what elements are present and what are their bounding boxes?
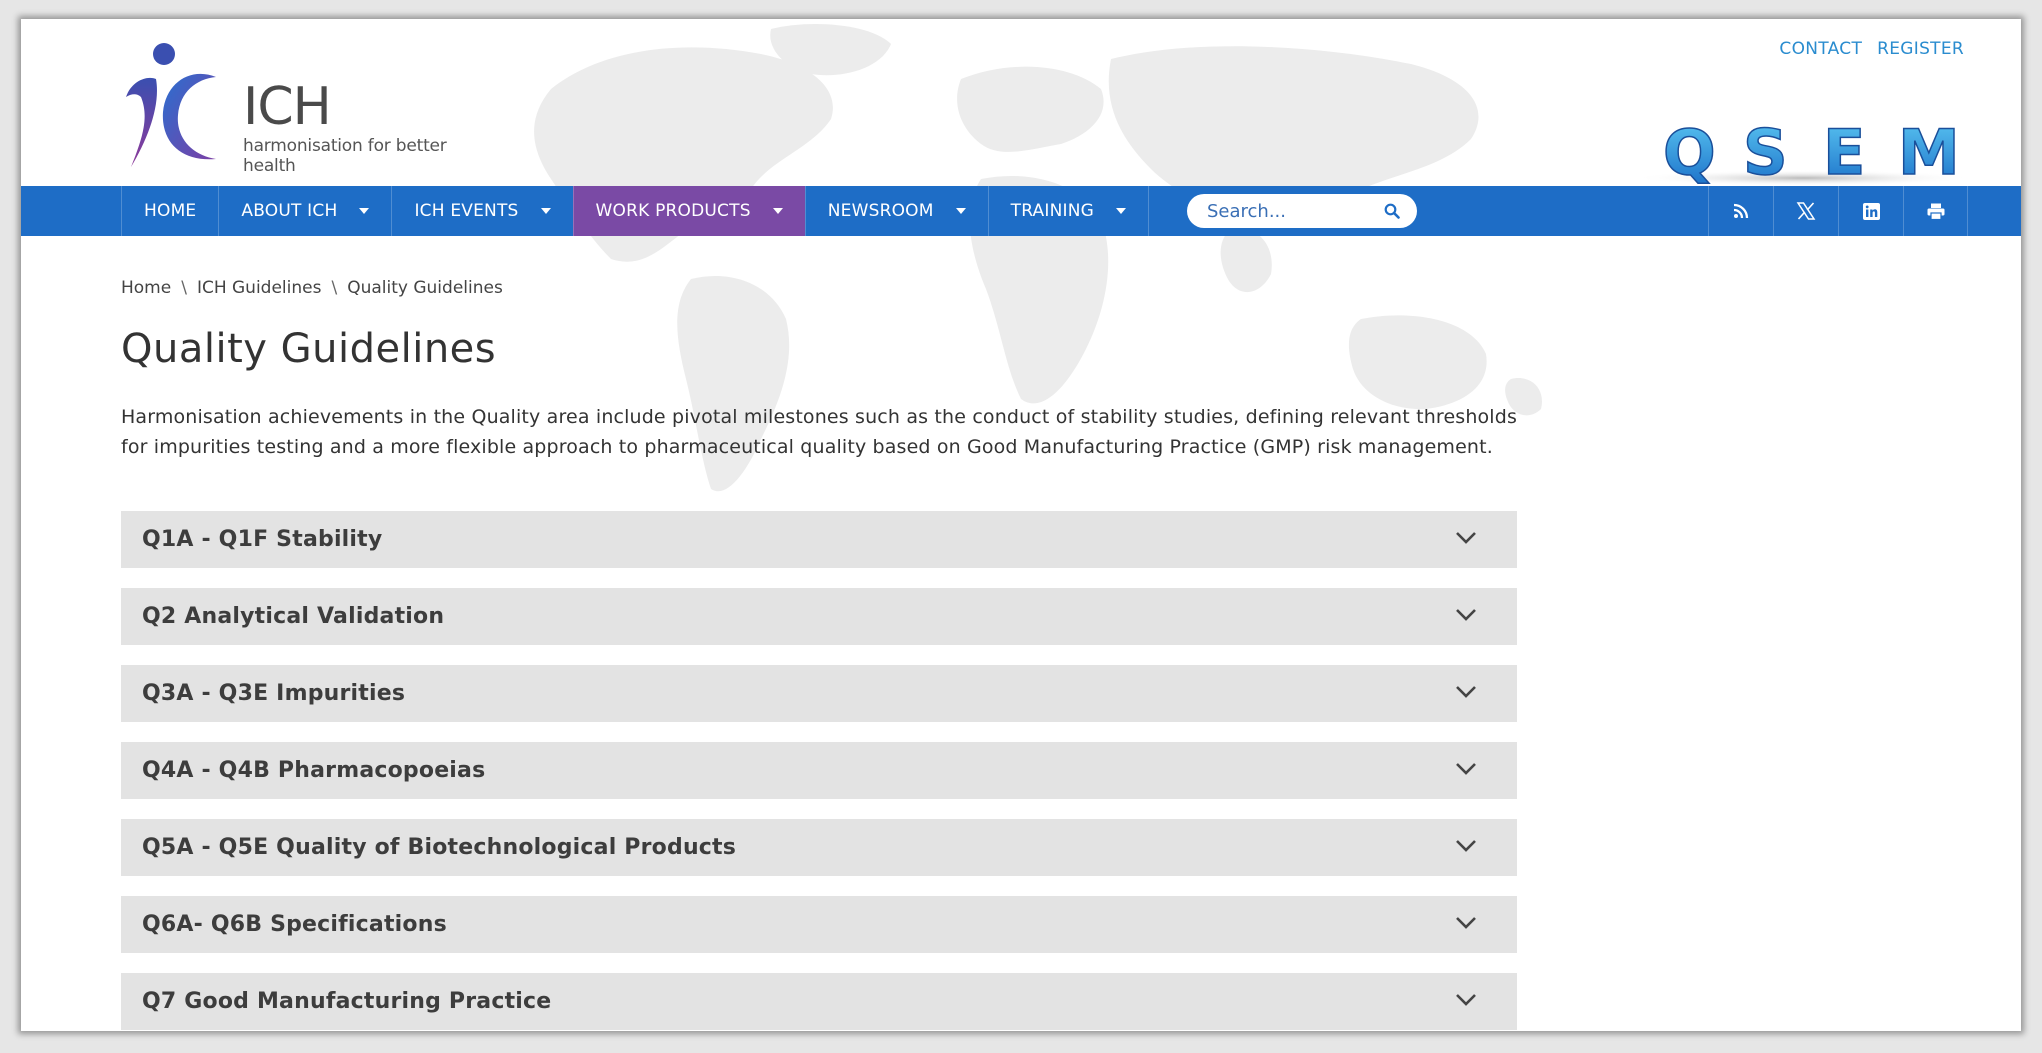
chevron-down-icon [1456,840,1476,852]
accordion-title: Q6A- Q6B Specifications [142,912,447,937]
ich-logo[interactable]: ICH harmonisation for better health [121,37,501,182]
linkedin-icon [1862,202,1880,220]
logo-wordmark: ICH [243,77,332,137]
print-icon [1927,203,1944,220]
browser-page: ICH harmonisation for better health CONT… [21,19,2021,1031]
accordion-title: Q1A - Q1F Stability [142,527,383,552]
chevron-down-icon [1456,532,1476,544]
search-input[interactable] [1187,194,1372,228]
caret-down-icon [955,208,966,214]
accordion-title: Q5A - Q5E Quality of Biotechnological Pr… [142,835,737,860]
accordion-item-q3[interactable]: Q3A - Q3E Impurities [121,665,1517,722]
x-button[interactable] [1773,186,1838,236]
guidelines-accordion: Q1A - Q1F Stability Q2 Analytical Valida… [121,511,1517,1031]
accordion-item-q1[interactable]: Q1A - Q1F Stability [121,511,1517,568]
main-nav: HOME ABOUT ICH ICH EVENTS WORK PRODUCTS … [21,186,2021,236]
rss-icon [1733,203,1749,219]
accordion-title: Q3A - Q3E Impurities [142,681,406,706]
nav-work-products-label: WORK PRODUCTS [595,201,751,221]
breadcrumb-separator: \ [181,278,187,298]
qsem-s: S [1743,116,1788,189]
print-button[interactable] [1903,186,1968,236]
linkedin-button[interactable] [1838,186,1903,236]
x-icon [1796,202,1816,220]
ich-logo-icon [126,43,216,167]
nav-training[interactable]: TRAINING [987,186,1149,236]
caret-down-icon [359,208,370,214]
accordion-item-q4[interactable]: Q4A - Q4B Pharmacopoeias [121,742,1517,799]
top-links: CONTACT REGISTER [1779,39,1964,59]
qsem-q: Q [1663,116,1716,189]
chevron-down-icon [1456,686,1476,698]
breadcrumb-home[interactable]: Home [121,278,171,298]
logo-tagline: harmonisation for better health [243,136,447,176]
nav-work-products[interactable]: WORK PRODUCTS [572,186,805,236]
nav-newsroom[interactable]: NEWSROOM [804,186,988,236]
accordion-item-q2[interactable]: Q2 Analytical Validation [121,588,1517,645]
accordion-title: Q2 Analytical Validation [142,604,445,629]
nav-home[interactable]: HOME [121,186,218,236]
caret-down-icon [1116,208,1126,214]
accordion-item-q7[interactable]: Q7 Good Manufacturing Practice [121,973,1517,1030]
breadcrumb: Home \ ICH Guidelines \ Quality Guidelin… [121,278,503,298]
nav-home-label: HOME [144,201,197,221]
nav-items: HOME ABOUT ICH ICH EVENTS WORK PRODUCTS … [121,186,1149,236]
search-box [1187,194,1417,228]
search-icon[interactable] [1384,203,1400,219]
chevron-down-icon [1456,994,1476,1006]
nav-about-ich[interactable]: ABOUT ICH [218,186,391,236]
qsem-e: E [1823,116,1865,189]
page-title: Quality Guidelines [121,326,497,372]
chevron-down-icon [1456,609,1476,621]
nav-ich-events-label: ICH EVENTS [414,201,519,221]
contact-link[interactable]: CONTACT [1779,39,1862,59]
caret-down-icon [772,208,783,214]
breadcrumb-separator: \ [331,278,338,298]
social-links [1708,186,1968,236]
chevron-down-icon [1456,763,1476,775]
caret-down-icon [540,208,551,214]
rss-button[interactable] [1708,186,1773,236]
qsem-logo[interactable]: Q S E M [1633,94,1973,194]
qsem-m: M [1898,116,1960,189]
register-link[interactable]: REGISTER [1877,39,1964,59]
accordion-item-q5[interactable]: Q5A - Q5E Quality of Biotechnological Pr… [121,819,1517,876]
nav-about-ich-label: ABOUT ICH [241,201,338,221]
nav-training-label: TRAINING [1010,201,1094,221]
accordion-title: Q7 Good Manufacturing Practice [142,989,552,1014]
world-map-background [534,24,1542,492]
accordion-item-q6[interactable]: Q6A- Q6B Specifications [121,896,1517,953]
chevron-down-icon [1456,917,1476,929]
nav-ich-events[interactable]: ICH EVENTS [391,186,572,236]
breadcrumb-ich-guidelines[interactable]: ICH Guidelines [197,278,322,298]
breadcrumb-current: Quality Guidelines [347,278,503,298]
intro-paragraph: Harmonisation achievements in the Qualit… [121,406,1517,458]
accordion-title: Q4A - Q4B Pharmacopoeias [142,758,486,783]
nav-newsroom-label: NEWSROOM [827,201,934,221]
